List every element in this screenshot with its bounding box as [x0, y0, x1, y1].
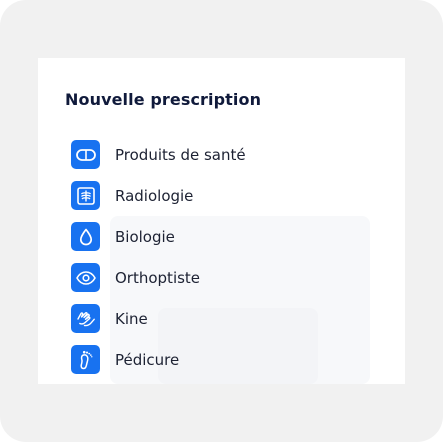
menu-item-label: Orthoptiste: [115, 268, 201, 287]
menu-item-label: Biologie: [115, 227, 175, 246]
menu-item-biologie[interactable]: Biologie: [71, 216, 246, 257]
menu-item-label: Produits de santé: [115, 145, 246, 164]
pill-icon: [71, 140, 100, 169]
menu-item-label: Pédicure: [115, 350, 180, 369]
menu-item-kine[interactable]: Kine: [71, 298, 246, 339]
hands-icon: [71, 304, 100, 333]
eye-icon: [71, 263, 100, 292]
foot-icon: [71, 345, 100, 374]
prescription-panel: Nouvelle prescription Produits de santé: [38, 58, 405, 384]
menu-item-pedicure[interactable]: Pédicure: [71, 339, 246, 380]
menu-item-orthoptiste[interactable]: Orthoptiste: [71, 257, 246, 298]
menu-item-produits-de-sante[interactable]: Produits de santé: [71, 134, 246, 175]
drop-icon: [71, 222, 100, 251]
prescription-menu: Produits de santé Radiologie Biologie Or…: [71, 134, 246, 380]
panel-title: Nouvelle prescription: [65, 90, 262, 109]
menu-item-radiologie[interactable]: Radiologie: [71, 175, 246, 216]
menu-item-label: Radiologie: [115, 186, 194, 205]
app-frame: Nouvelle prescription Produits de santé: [0, 0, 443, 442]
menu-item-label: Kine: [115, 309, 148, 328]
xray-icon: [71, 181, 100, 210]
